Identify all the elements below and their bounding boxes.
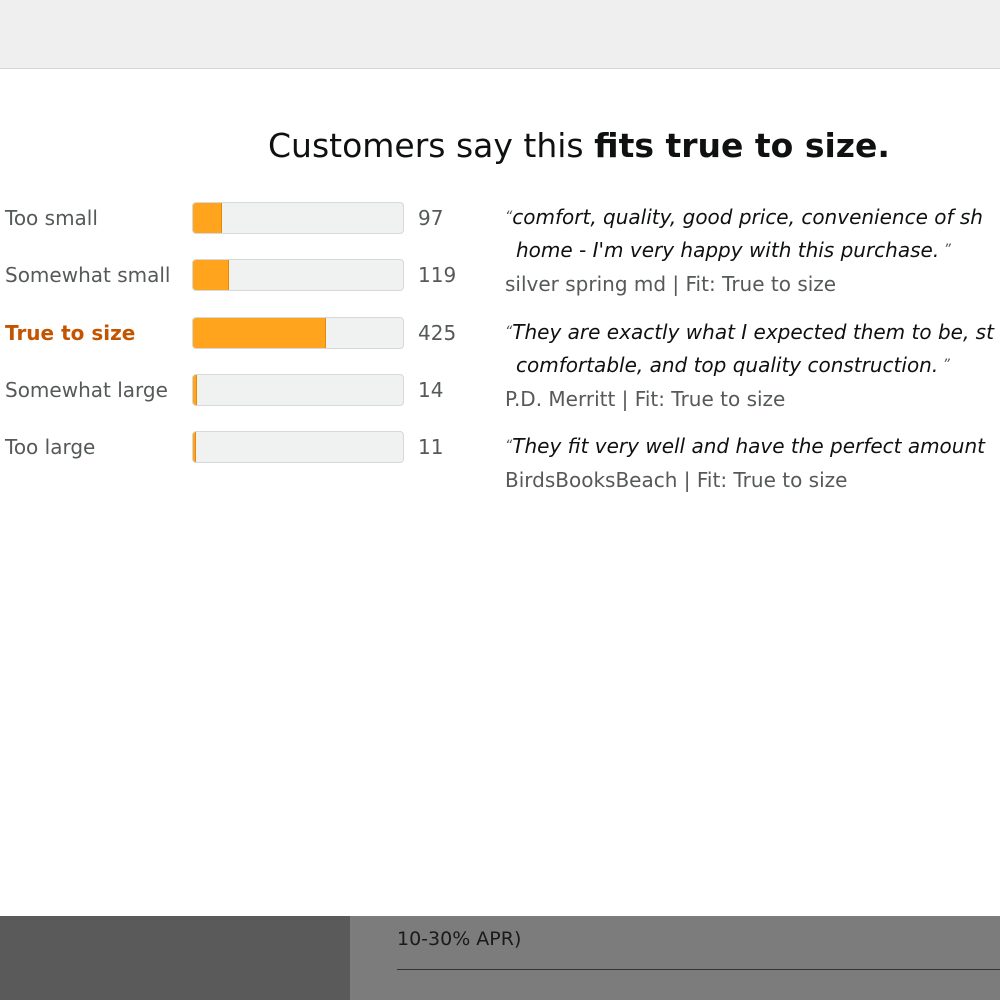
background-product-image <box>0 916 350 1000</box>
fit-count: 425 <box>418 321 457 345</box>
fit-label: Somewhat large <box>5 378 168 402</box>
quote-author[interactable]: BirdsBooksBeach | Fit: True to size <box>505 463 1000 497</box>
review-quote: “They fit very well and have the perfect… <box>505 430 1000 497</box>
quote-author[interactable]: silver spring md | Fit: True to size <box>505 267 1000 301</box>
fit-label: Too large <box>5 435 96 459</box>
apr-text: 10-30% APR) <box>397 928 522 950</box>
fit-bar-fill <box>193 260 230 290</box>
quote-text: They fit very well and have the perfect … <box>512 434 985 458</box>
close-quote-mark: ” <box>938 357 950 373</box>
quote-line: “comfort, quality, good price, convenien… <box>505 201 1000 234</box>
fit-bar <box>192 431 404 463</box>
divider <box>397 969 1000 970</box>
fit-row-true-to-size[interactable]: True to size 425 <box>0 315 470 355</box>
close-quote-mark: ” <box>939 242 951 258</box>
headline-emphasis: fits true to size. <box>594 126 890 165</box>
quote-text: comfortable, and top quality constructio… <box>516 353 939 377</box>
fit-bar-fill <box>193 432 197 462</box>
fit-row-too-small[interactable]: Too small 97 <box>0 200 470 240</box>
fit-count: 11 <box>418 435 444 459</box>
fit-count: 119 <box>418 263 457 287</box>
quote-text: comfort, quality, good price, convenienc… <box>512 205 983 229</box>
quote-text: home - I'm very happy with this purchase… <box>516 238 940 262</box>
quote-author[interactable]: P.D. Merritt | Fit: True to size <box>505 382 1000 416</box>
fit-row-somewhat-small[interactable]: Somewhat small 119 <box>0 257 470 297</box>
quote-line: comfortable, and top quality constructio… <box>505 349 1000 382</box>
fit-label: Somewhat small <box>5 263 171 287</box>
headline-prefix: Customers say this <box>268 126 595 165</box>
quote-line: “They are exactly what I expected them t… <box>505 316 1000 349</box>
fit-row-somewhat-large[interactable]: Somewhat large 14 <box>0 372 470 412</box>
fit-bar <box>192 202 404 234</box>
fit-label: True to size <box>5 321 136 345</box>
fit-bar-fill <box>193 203 222 233</box>
fit-count: 97 <box>418 206 444 230</box>
fit-bar <box>192 317 404 349</box>
fit-bar <box>192 259 404 291</box>
fit-bar-fill <box>193 318 327 348</box>
background-page: 10-30% APR) <box>0 916 1000 1000</box>
browser-top-bar <box>0 0 1000 69</box>
review-quote: “comfort, quality, good price, convenien… <box>505 201 1000 301</box>
fit-headline: Customers say this fits true to size. <box>268 126 890 165</box>
quote-line: home - I'm very happy with this purchase… <box>505 234 1000 267</box>
quote-line: “They fit very well and have the perfect… <box>505 430 1000 463</box>
quote-text: They are exactly what I expected them to… <box>512 320 994 344</box>
fit-bar-fill <box>193 375 198 405</box>
fit-popover: Customers say this fits true to size. To… <box>0 69 1000 916</box>
fit-count: 14 <box>418 378 444 402</box>
review-quote: “They are exactly what I expected them t… <box>505 316 1000 416</box>
fit-label: Too small <box>5 206 98 230</box>
fit-bar <box>192 374 404 406</box>
fit-row-too-large[interactable]: Too large 11 <box>0 429 470 469</box>
